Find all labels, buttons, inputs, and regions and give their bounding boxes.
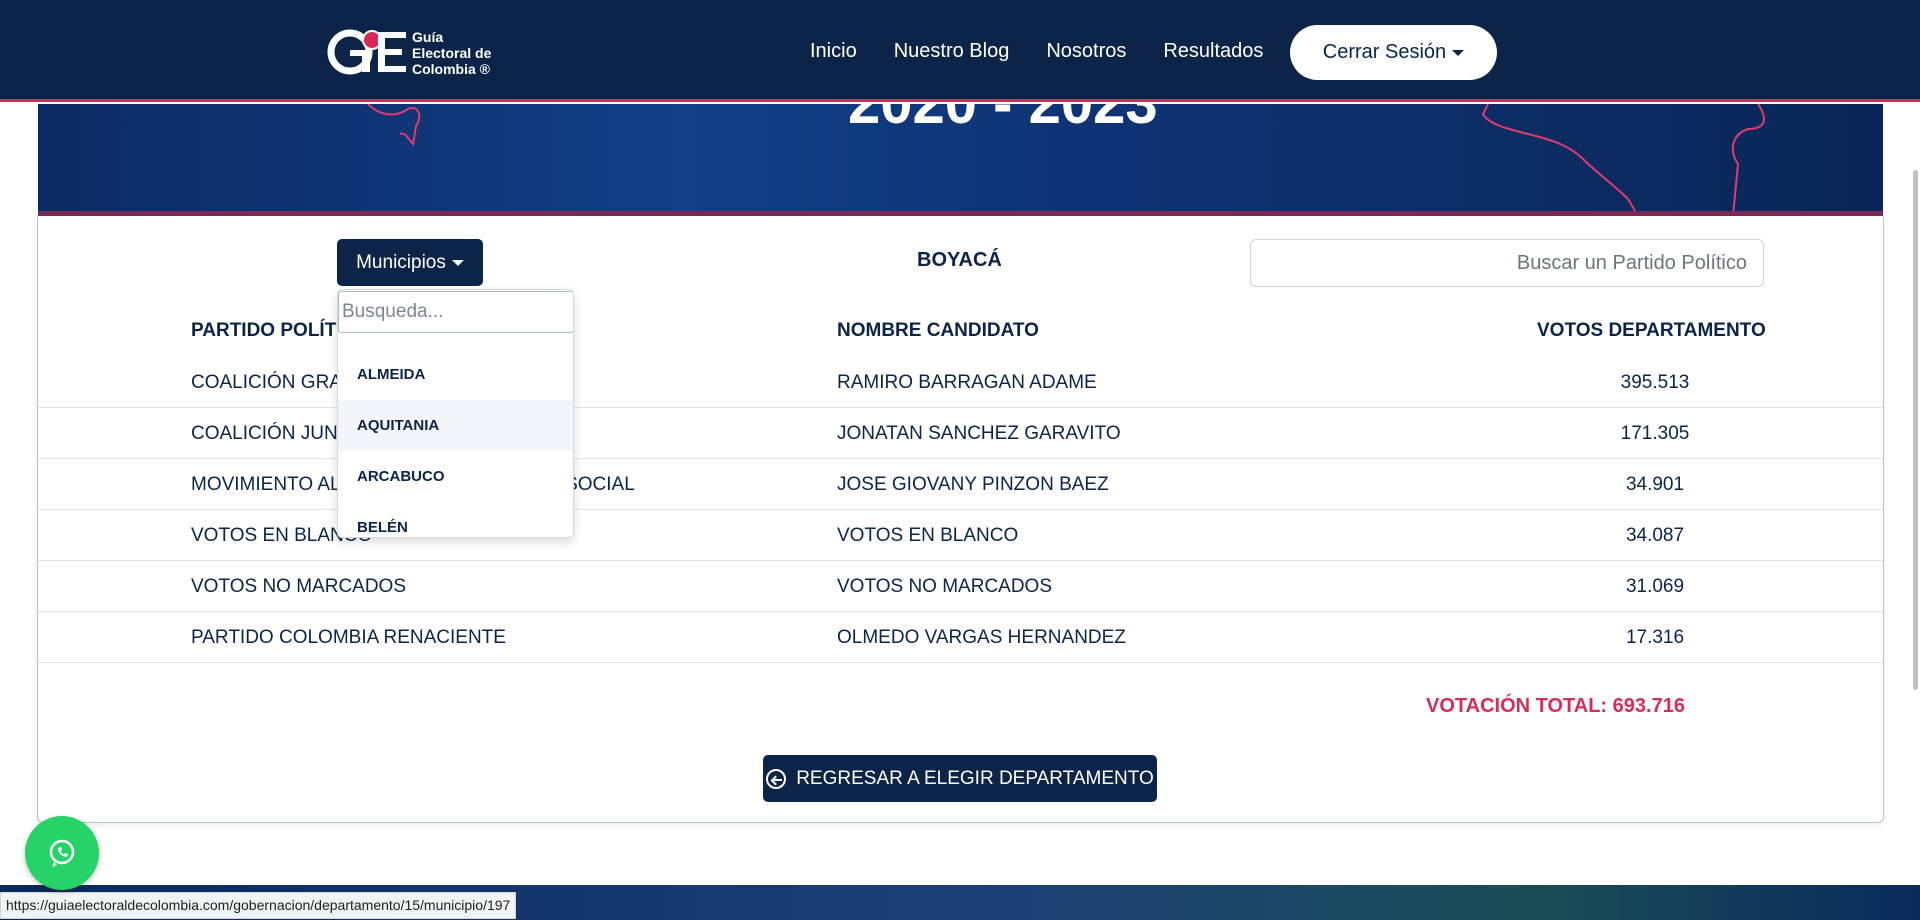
total-votes: VOTACIÓN TOTAL: 693.716 — [1426, 695, 1685, 717]
candidate-cell: JONATAN SANCHEZ GARAVITO — [837, 423, 1121, 444]
municipios-dropdown-menu: ALMEIDA AQUITANIA ARCABUCO BELÉN — [337, 289, 574, 538]
table-row: VOTOS NO MARCADOS VOTOS NO MARCADOS 31.0… — [38, 561, 1883, 612]
arrow-left-circle-icon — [766, 768, 787, 789]
votes-cell: 17.316 — [1625, 627, 1685, 648]
nav-links: Inicio Nuestro Blog Nosotros Resultados — [810, 0, 1263, 102]
table-row: MOVIMIENTO ALTERNATIVO INDÍGENA Y SOCIAL… — [38, 459, 1883, 510]
municipio-option[interactable]: ALMEIDA — [338, 349, 573, 400]
column-header-candidate: NOMBRE CANDIDATO — [837, 320, 1039, 341]
caret-down-icon — [451, 259, 464, 266]
table-row: VOTOS EN BLANCO VOTOS EN BLANCO 34.087 — [38, 510, 1883, 561]
table-row: PARTIDO COLOMBIA RENACIENTE OLMEDO VARGA… — [38, 612, 1883, 663]
votes-cell: 34.901 — [1625, 474, 1685, 495]
candidate-cell: VOTOS NO MARCADOS — [837, 576, 1053, 597]
candidate-cell: RAMIRO BARRAGAN ADAME — [837, 372, 1097, 393]
votes-cell: 395.513 — [1620, 372, 1690, 393]
logout-label: Cerrar Sesión — [1322, 41, 1447, 63]
site-logo[interactable]: Guía Electoral de Colombia ® — [326, 25, 506, 80]
nav-link-inicio[interactable]: Inicio — [810, 40, 857, 63]
municipio-search-input[interactable] — [338, 291, 573, 333]
hero-banner: 2020 - 2023 — [38, 104, 1883, 216]
caret-down-icon — [1452, 49, 1465, 56]
nav-link-blog[interactable]: Nuestro Blog — [894, 40, 1010, 63]
party-search-input[interactable] — [1250, 239, 1764, 287]
logo-mark-icon — [327, 29, 406, 75]
municipios-dropdown-button[interactable]: Municipios — [337, 239, 483, 286]
municipio-option[interactable]: AQUITANIA — [338, 400, 573, 451]
back-button-label: REGRESAR A ELEGIR DEPARTAMENTO — [796, 767, 1154, 789]
nav-link-nosotros[interactable]: Nosotros — [1046, 40, 1126, 63]
municipio-option[interactable]: ARCABUCO — [338, 451, 573, 502]
whatsapp-button[interactable] — [25, 816, 99, 890]
column-header-votes: VOTOS DEPARTAMENTO — [1537, 320, 1766, 341]
top-navbar: Guía Electoral de Colombia ® Inicio Nues… — [0, 0, 1920, 102]
back-to-departments-button[interactable]: REGRESAR A ELEGIR DEPARTAMENTO — [763, 755, 1157, 802]
party-cell: VOTOS NO MARCADOS — [191, 576, 407, 597]
table-row: COALICIÓN JUNTOS POR BOYACÁ JONATAN SANC… — [38, 408, 1883, 459]
candidate-cell: JOSE GIOVANY PINZON BAEZ — [837, 474, 1109, 495]
department-title: BOYACÁ — [917, 249, 1002, 271]
party-cell: PARTIDO COLOMBIA RENACIENTE — [191, 627, 506, 648]
nav-link-resultados[interactable]: Resultados — [1163, 40, 1263, 63]
municipio-option[interactable]: BELÉN — [338, 502, 573, 537]
map-outline-decoration — [367, 104, 1765, 211]
votes-cell: 171.305 — [1620, 423, 1690, 444]
table-row: COALICIÓN GRAN ALIANZA POR BOYACÁ RAMIRO… — [38, 357, 1883, 408]
whatsapp-icon — [49, 839, 75, 867]
logo-text: Guía Electoral de Colombia ® — [412, 29, 492, 77]
status-bar-url: https://guiaelectoraldecolombia.com/gobe… — [0, 892, 517, 919]
municipios-label: Municipios — [356, 251, 446, 273]
votes-cell: 31.069 — [1625, 576, 1685, 597]
page-scrollbar[interactable] — [1913, 170, 1918, 690]
logout-dropdown-button[interactable]: Cerrar Sesión — [1290, 25, 1497, 80]
candidate-cell: OLMEDO VARGAS HERNANDEZ — [837, 627, 1126, 648]
votes-cell: 34.087 — [1625, 525, 1685, 546]
candidate-cell: VOTOS EN BLANCO — [837, 525, 1019, 546]
